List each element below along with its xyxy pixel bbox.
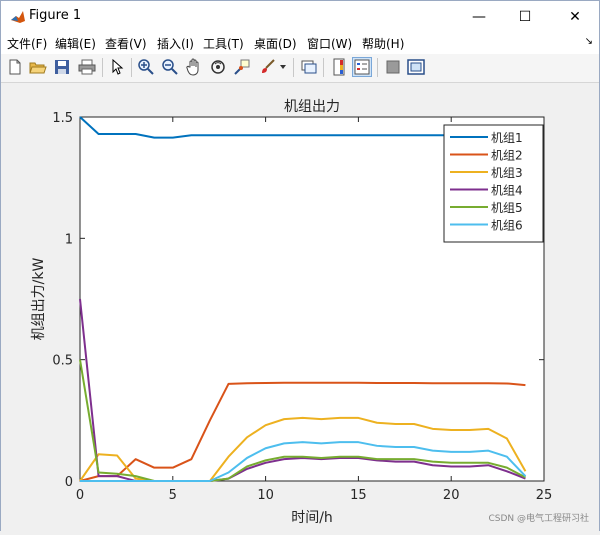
close-button[interactable]: ✕ (552, 1, 598, 32)
y-tick-label: 1.5 (52, 111, 73, 126)
menu-file[interactable]: 文件(F) (7, 35, 47, 52)
legend-label: 机组1 (491, 131, 523, 145)
figure-window: Figure 1 — ☐ ✕ 文件(F) 编辑(E) 查看(V) 插入(I) 工… (0, 0, 600, 531)
print-icon[interactable] (77, 57, 97, 77)
legend-label: 机组4 (491, 184, 523, 198)
minimize-button[interactable]: — (456, 1, 502, 32)
rotate-3d-icon[interactable] (208, 57, 228, 77)
toolbar-separator (323, 58, 324, 77)
insert-colorbar-icon[interactable] (329, 57, 349, 77)
x-tick-label: 0 (76, 488, 84, 503)
figure-toolbar (1, 54, 599, 83)
dock-arrow-icon[interactable]: ↘ (585, 36, 593, 47)
y-tick-label: 1 (65, 232, 73, 247)
x-tick-label: 15 (350, 488, 367, 503)
close-icon: ✕ (569, 8, 581, 25)
toolbar-separator (377, 58, 378, 77)
link-plot-icon[interactable] (299, 57, 319, 77)
figure-canvas: 0 5 10 15 20 25 0 0.5 1 1.5 机组出力时间/h 机组出力/kW 机组1 机组2 机… (1, 83, 599, 531)
legend-label: 机组6 (491, 219, 523, 233)
brush-icon[interactable] (258, 57, 278, 77)
x-tick-label: 5 (169, 488, 177, 503)
menu-bar: 文件(F) 编辑(E) 查看(V) 插入(I) 工具(T) 桌面(D) 窗口(W… (1, 32, 599, 54)
menu-insert[interactable]: 插入(I) (157, 35, 194, 52)
maximize-icon: ☐ (518, 8, 532, 25)
insert-legend-icon[interactable] (352, 57, 372, 77)
y-tick-label: 0.5 (52, 354, 73, 369)
x-axis-label: 时间/h (291, 510, 333, 526)
y-axis-label: 机组出力/kW (31, 258, 47, 341)
menu-tools[interactable]: 工具(T) (203, 35, 244, 52)
minimize-icon: — (472, 8, 486, 25)
save-icon[interactable] (52, 57, 72, 77)
window-title: Figure 1 (29, 8, 82, 23)
maximize-button[interactable]: ☐ (502, 1, 548, 32)
toolbar-separator (293, 58, 294, 77)
open-file-icon[interactable] (28, 57, 48, 77)
brush-dropdown-icon[interactable] (278, 57, 288, 77)
new-figure-icon[interactable] (5, 57, 25, 77)
zoom-in-icon[interactable] (136, 57, 156, 77)
legend-label: 机组3 (491, 166, 523, 180)
legend-label: 机组2 (491, 149, 523, 163)
x-tick-label: 25 (536, 488, 553, 503)
pan-icon[interactable] (184, 57, 204, 77)
legend-label: 机组5 (491, 201, 523, 215)
title-bar: Figure 1 — ☐ ✕ (1, 1, 599, 32)
menu-edit[interactable]: 编辑(E) (55, 35, 96, 52)
chart-title: 机组出力 (284, 99, 340, 115)
pointer-icon[interactable] (107, 57, 127, 77)
zoom-out-icon[interactable] (160, 57, 180, 77)
show-plot-tools-icon[interactable] (406, 57, 426, 77)
data-cursor-icon[interactable] (232, 57, 252, 77)
menu-view[interactable]: 查看(V) (105, 35, 147, 52)
line-chart: 0 5 10 15 20 25 0 0.5 1 1.5 机组出力时间/h 机组出力/kW 机组1 机组2 机… (31, 99, 553, 526)
matlab-logo-icon (11, 11, 25, 23)
menu-desktop[interactable]: 桌面(D) (254, 35, 297, 52)
toolbar-separator (131, 58, 132, 77)
y-tick-label: 0 (65, 475, 73, 490)
watermark-text: CSDN @电气工程研习社 (488, 514, 589, 524)
hide-plot-tools-icon[interactable] (383, 57, 403, 77)
x-tick-label: 10 (257, 488, 274, 503)
menu-window[interactable]: 窗口(W) (307, 35, 352, 52)
toolbar-separator (102, 58, 103, 77)
x-tick-label: 20 (443, 488, 460, 503)
menu-help[interactable]: 帮助(H) (362, 35, 404, 52)
